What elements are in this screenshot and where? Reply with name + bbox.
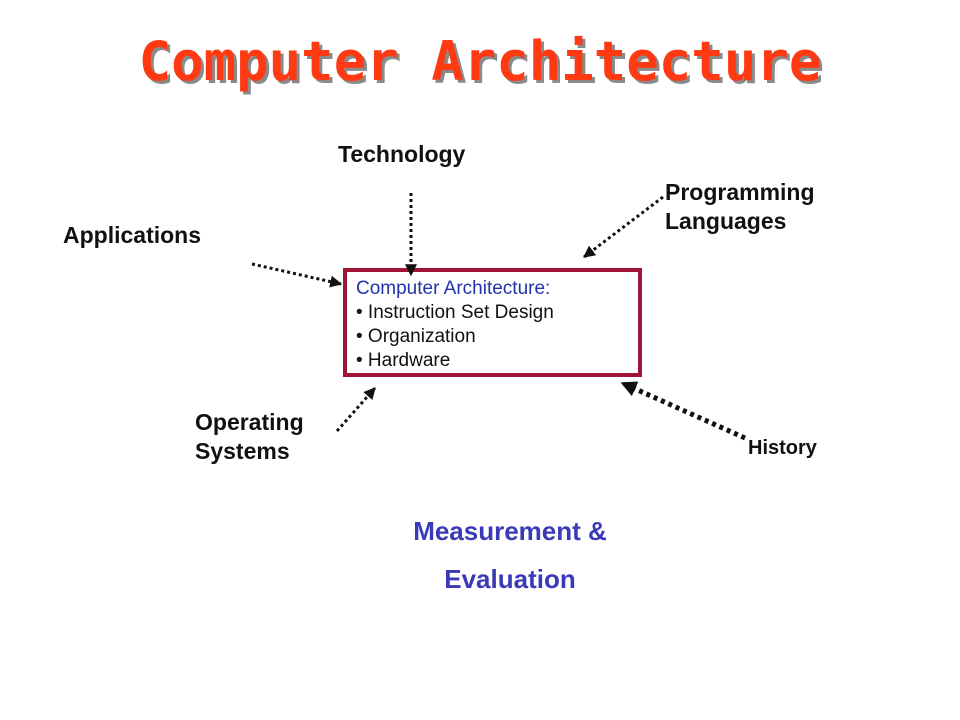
label-operating-line-2: Systems	[195, 437, 290, 464]
label-technology: Technology	[338, 141, 466, 167]
label-programming-line-2: Languages	[665, 207, 787, 234]
measurement-line-2: Evaluation	[444, 564, 576, 594]
label-history: History	[748, 437, 817, 459]
arrow-programming-languages	[583, 195, 664, 259]
label-operating-systems: Operating Systems	[195, 408, 304, 466]
label-programming-line-1: Programming	[665, 179, 815, 205]
box-item-instruction-set: • Instruction Set Design	[356, 302, 554, 323]
label-programming-languages: Programming Languages	[665, 178, 815, 236]
box-item-hardware: • Hardware	[356, 350, 451, 371]
box-item-organization: • Organization	[356, 326, 476, 347]
label-operating-line-1: Operating	[195, 409, 304, 435]
arrow-history	[620, 380, 747, 441]
computer-architecture-box: Computer Architecture: • Instruction Set…	[343, 268, 642, 377]
arrow-operating-systems	[335, 387, 377, 432]
measurement-line-1: Measurement &	[413, 516, 607, 546]
slide-title: Computer Architecture	[138, 30, 822, 93]
arrow-applications	[251, 262, 343, 288]
box-heading: Computer Architecture:	[356, 278, 551, 299]
label-applications: Applications	[63, 222, 202, 248]
